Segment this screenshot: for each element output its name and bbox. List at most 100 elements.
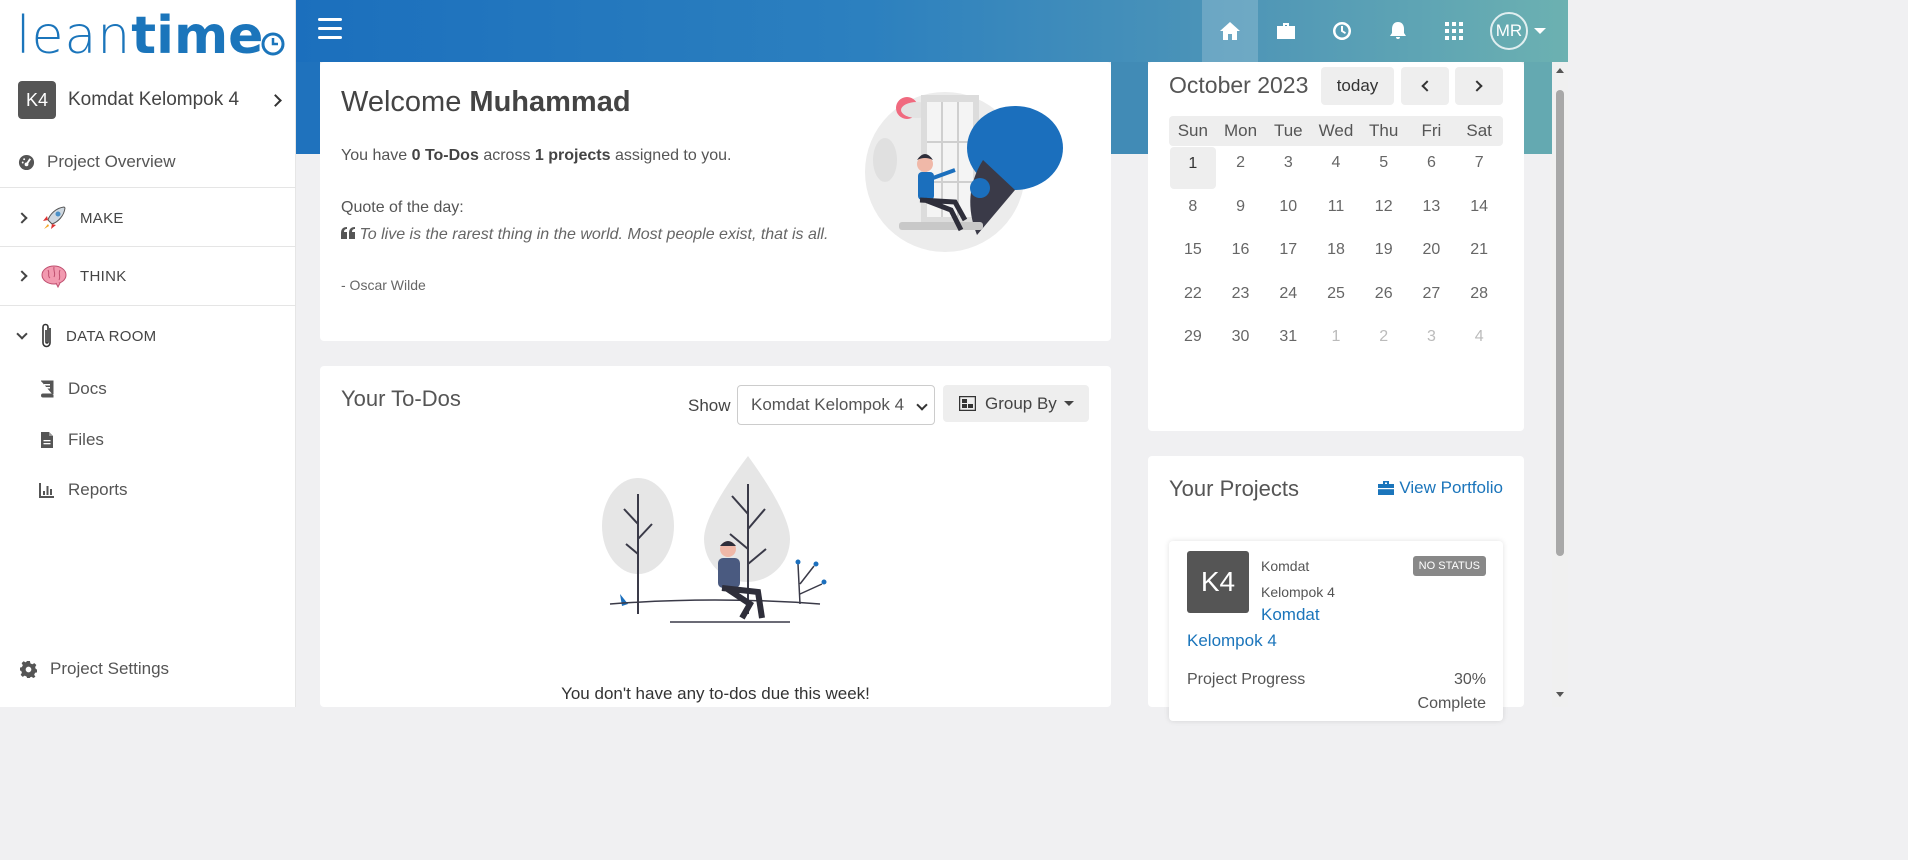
project-name-link[interactable]: Kelompok 4 (1187, 631, 1277, 651)
scroll-down-icon[interactable] (1556, 692, 1564, 697)
project-client: Komdat Kelompok 4 (1261, 558, 1335, 600)
calendar-day[interactable]: 11 (1312, 190, 1360, 234)
calendar-day[interactable]: 4 (1312, 146, 1360, 190)
view-portfolio-link[interactable]: View Portfolio (1377, 478, 1503, 498)
calendar-day[interactable]: 7 (1455, 146, 1503, 190)
banner-band (1111, 62, 1148, 154)
divider (0, 246, 296, 247)
project-selector[interactable]: K4 Komdat Kelompok 4 (18, 80, 288, 120)
scrollbar[interactable] (1552, 62, 1568, 707)
leantime-logo[interactable]: lean time (16, 8, 285, 64)
calendar-day[interactable]: 24 (1264, 277, 1312, 321)
welcome-heading: Welcome Muhammad (341, 86, 631, 118)
calendar-day[interactable]: 31 (1264, 320, 1312, 364)
calendar-day[interactable]: 4 (1455, 320, 1503, 364)
chevron-right-icon (1471, 80, 1483, 92)
divider (0, 305, 296, 306)
calendar-day[interactable]: 12 (1360, 190, 1408, 234)
calendar-day[interactable]: 9 (1217, 190, 1265, 234)
calendar-day[interactable]: 8 (1169, 190, 1217, 234)
calendar-day[interactable]: 1 (1170, 147, 1216, 189)
sidebar-item-project-settings[interactable]: Project Settings (0, 657, 296, 681)
sidebar-item-reports[interactable]: Reports (0, 478, 296, 502)
progress-sub: Complete (1417, 695, 1486, 712)
prev-month-button[interactable] (1401, 67, 1449, 105)
menu-toggle-icon[interactable] (318, 18, 342, 42)
project-filter-select[interactable]: Komdat Kelompok 4 (737, 385, 935, 425)
calendar-day[interactable]: 2 (1217, 146, 1265, 190)
calendar-day[interactable]: 15 (1169, 233, 1217, 277)
clock-icon[interactable] (1314, 0, 1370, 62)
project-badge: K4 (18, 81, 56, 119)
sidebar: lean time K4 Komdat Kelompok 4 Project Ov… (0, 0, 296, 707)
project-name: Komdat Kelompok 4 (68, 89, 240, 110)
welcome-illustration (865, 92, 1063, 252)
calendar-day[interactable]: 19 (1360, 233, 1408, 277)
calendar-day[interactable]: 27 (1408, 277, 1456, 321)
home-icon[interactable] (1202, 0, 1258, 62)
calendar-day[interactable]: 29 (1169, 320, 1217, 364)
calendar-grid: 1 2 3 4 5 6 7 8 9 10 11 12 13 14 15 16 17 18 19 20 21 22 23 24 2… (1169, 146, 1503, 364)
sidebar-group-think[interactable]: THINK (0, 258, 296, 294)
sidebar-group-make[interactable]: MAKE (0, 200, 296, 236)
calendar-day[interactable]: 14 (1455, 190, 1503, 234)
clock-logo-icon (261, 32, 285, 56)
calendar-day[interactable]: 18 (1312, 233, 1360, 277)
calendar-day[interactable]: 3 (1264, 146, 1312, 190)
banner-band (1524, 62, 1552, 154)
today-button[interactable]: today (1321, 67, 1394, 105)
sidebar-item-project-overview[interactable]: Project Overview (0, 148, 296, 176)
file-icon (41, 432, 53, 448)
sidebar-item-docs[interactable]: Docs (0, 377, 296, 401)
projects-title: Your Projects (1169, 476, 1300, 501)
calendar-day[interactable]: 10 (1264, 190, 1312, 234)
chevron-right-icon (269, 93, 282, 107)
calendar-day[interactable]: 2 (1360, 320, 1408, 364)
scroll-up-icon[interactable] (1556, 68, 1564, 73)
avatar[interactable]: MR (1490, 12, 1528, 50)
book-icon (41, 380, 54, 398)
gear-icon (20, 660, 37, 678)
rocket-icon (43, 206, 66, 229)
project-name-link[interactable]: Komdat (1261, 605, 1320, 625)
briefcase-icon[interactable] (1258, 0, 1314, 62)
calendar-day[interactable]: 22 (1169, 277, 1217, 321)
project-badge: K4 (1187, 551, 1249, 613)
todos-card: Your To-Dos Show Komdat Kelompok 4 Group… (320, 366, 1111, 707)
scrollbar-thumb[interactable] (1556, 90, 1564, 556)
calendar-day[interactable]: 23 (1217, 277, 1265, 321)
apps-grid-icon[interactable] (1426, 0, 1482, 62)
status-badge: NO STATUS (1412, 556, 1486, 576)
calendar-day[interactable]: 1 (1312, 320, 1360, 364)
calendar-day[interactable]: 13 (1408, 190, 1456, 234)
calendar-day[interactable]: 21 (1455, 233, 1503, 277)
weekday-label: Sat (1466, 121, 1492, 140)
user-menu[interactable]: MR (1490, 12, 1546, 50)
weekday-label: Thu (1369, 121, 1399, 140)
sidebar-item-files[interactable]: Files (0, 428, 296, 452)
group-by-button[interactable]: Group By (943, 385, 1089, 422)
weekday-label: Wed (1318, 121, 1354, 140)
quote-icon (341, 227, 355, 239)
progress-label: Project Progress (1187, 671, 1306, 688)
calendar-day[interactable]: 3 (1408, 320, 1456, 364)
calendar-day[interactable]: 17 (1264, 233, 1312, 277)
calendar-day[interactable]: 6 (1408, 146, 1456, 190)
top-nav: MR (1202, 0, 1568, 62)
chevron-right-icon (16, 212, 28, 224)
calendar-day[interactable]: 20 (1408, 233, 1456, 277)
calendar-day[interactable]: 16 (1217, 233, 1265, 277)
calendar-day[interactable]: 25 (1312, 277, 1360, 321)
sidebar-group-data-room[interactable]: DATA ROOM (0, 318, 296, 354)
show-label: Show (688, 396, 731, 415)
calendar-day[interactable]: 5 (1360, 146, 1408, 190)
bell-icon[interactable] (1370, 0, 1426, 62)
chevron-left-icon (1421, 80, 1433, 92)
calendar-day[interactable]: 26 (1360, 277, 1408, 321)
calendar-day[interactable]: 30 (1217, 320, 1265, 364)
banner-band (296, 62, 320, 154)
welcome-card: Welcome Muhammad You have 0 To-Dos acros… (320, 62, 1111, 341)
top-header: MR (296, 0, 1568, 62)
next-month-button[interactable] (1455, 67, 1503, 105)
calendar-day[interactable]: 28 (1455, 277, 1503, 321)
